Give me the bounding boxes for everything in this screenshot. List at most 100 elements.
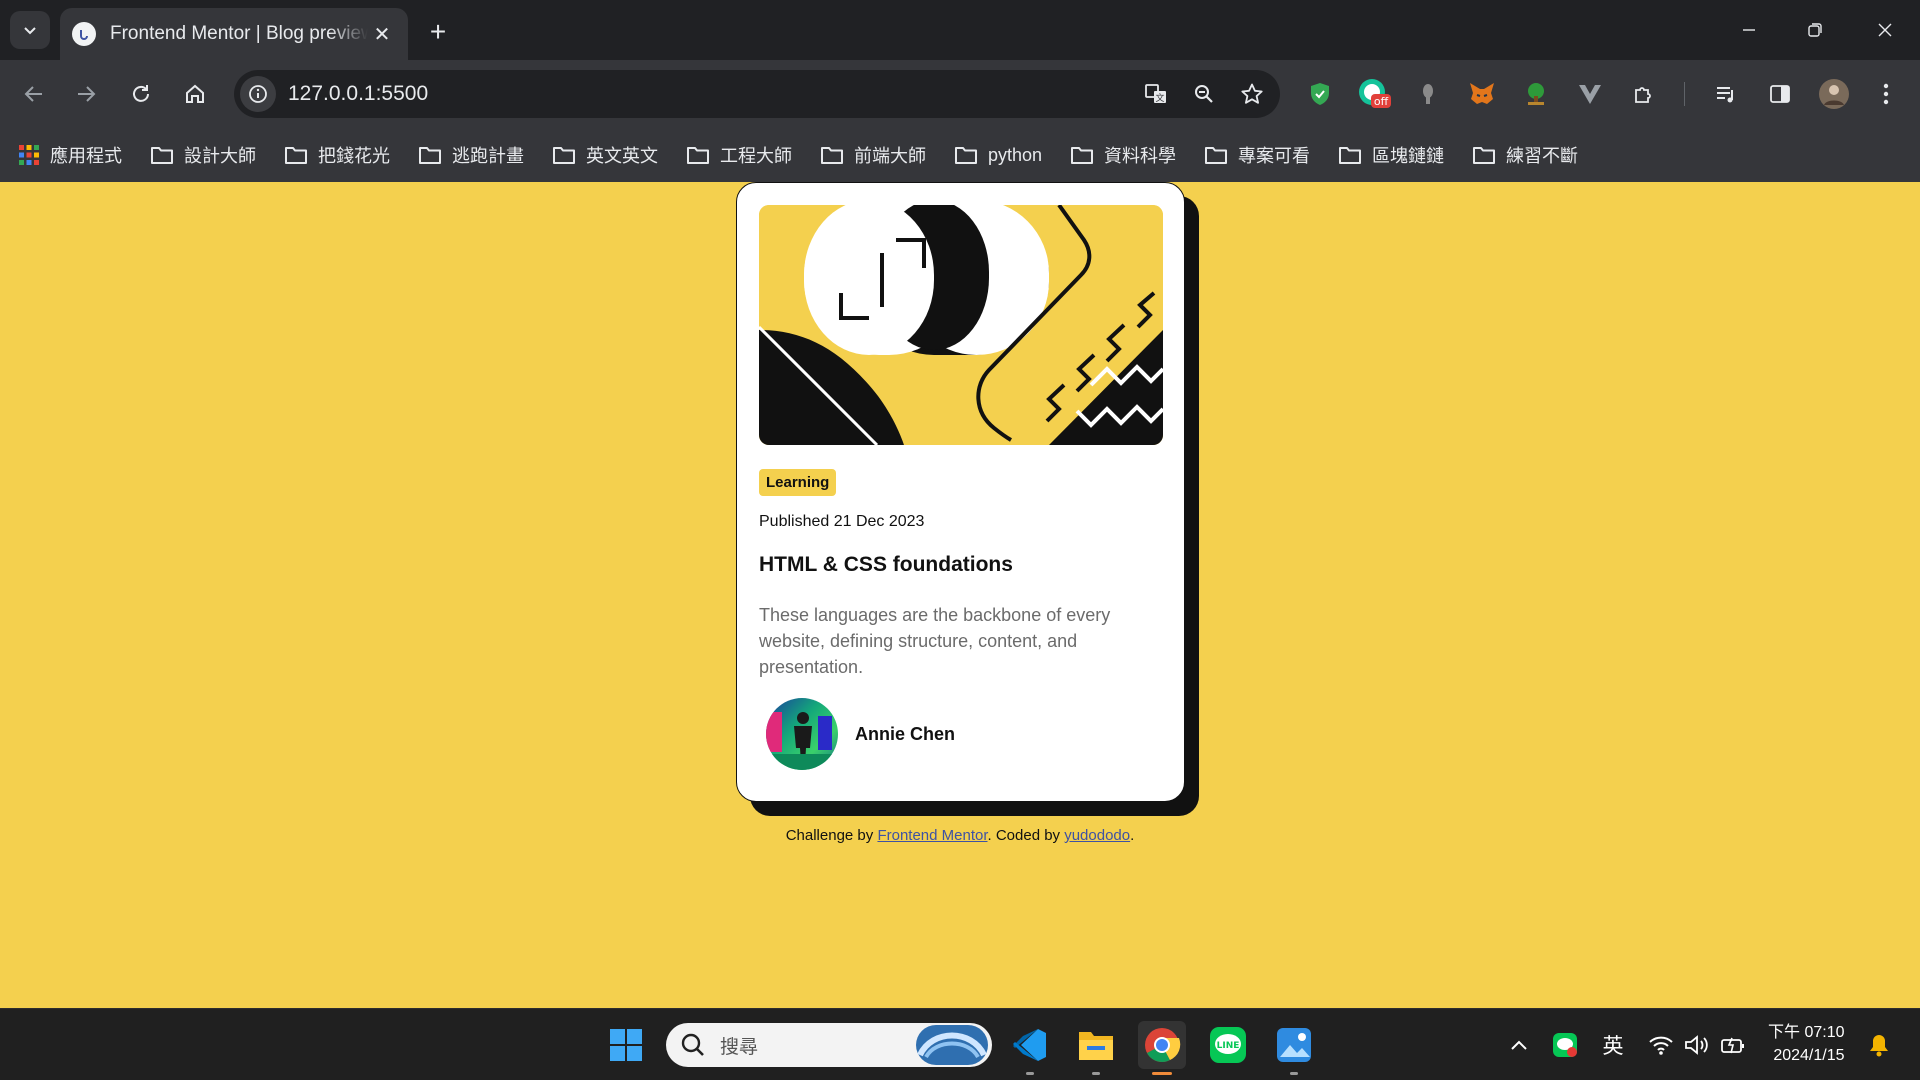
address-bar[interactable]: 127.0.0.1:5500 文 (234, 70, 1280, 118)
attribution-suffix: . (1130, 827, 1135, 844)
published-date: Published 21 Dec 2023 (759, 513, 925, 530)
category-tag: Learning (759, 469, 837, 496)
line-app-icon[interactable]: LINE (1204, 1021, 1252, 1069)
bookmark-label: 區塊鏈鏈 (1372, 146, 1445, 166)
bookmark-folder[interactable]: 專案可看 (1204, 142, 1310, 168)
frontend-mentor-link[interactable]: Frontend Mentor (877, 827, 987, 844)
profile-avatar-icon[interactable] (1814, 74, 1854, 114)
frontend-mentor-favicon-icon (72, 22, 96, 46)
url-text[interactable]: 127.0.0.1:5500 (288, 82, 1136, 106)
adblock-shield-icon[interactable] (1300, 74, 1340, 114)
vscode-icon[interactable] (1006, 1021, 1054, 1075)
taskbar-search-box[interactable]: 搜尋 (666, 1023, 992, 1067)
running-indicator (1290, 1072, 1298, 1075)
folder-icon (686, 145, 710, 165)
side-panel-icon[interactable] (1760, 74, 1800, 114)
clock-time: 下午 07:10 (1768, 1024, 1845, 1041)
chrome-menu-icon[interactable] (1866, 74, 1906, 114)
line-tray-icon[interactable] (1550, 1027, 1580, 1063)
folder-icon (1338, 145, 1362, 165)
author-avatar (766, 698, 838, 770)
bookmark-folder[interactable]: 工程大師 (686, 142, 792, 168)
bookmark-folder[interactable]: 英文英文 (552, 142, 658, 168)
folder-icon (150, 145, 174, 165)
close-window-button[interactable] (1860, 10, 1910, 50)
bookmark-label: 逃跑計畫 (452, 146, 524, 166)
bookmark-label: 設計大師 (184, 146, 256, 166)
tab-search-chevron-icon[interactable] (10, 11, 50, 49)
notification-bell-icon[interactable] (1864, 1027, 1894, 1063)
photos-app-icon[interactable] (1270, 1021, 1318, 1075)
bookmark-label: 資料科學 (1104, 146, 1177, 166)
bookmark-folder[interactable]: 把錢花光 (284, 142, 390, 168)
show-hidden-icons-chevron-icon[interactable] (1504, 1027, 1534, 1063)
bookmark-folder[interactable]: 設計大師 (150, 142, 256, 168)
bookmark-folder[interactable]: python (954, 145, 1042, 166)
chrome-taskbar-icon[interactable] (1138, 1021, 1186, 1075)
folder-icon (284, 145, 308, 165)
wifi-icon[interactable] (1646, 1027, 1676, 1063)
tree-extension-icon[interactable] (1516, 74, 1556, 114)
extensions-puzzle-icon[interactable] (1624, 74, 1664, 114)
bookmark-label: python (988, 144, 1043, 165)
site-info-icon[interactable] (240, 76, 276, 112)
metamask-fox-icon[interactable] (1462, 74, 1502, 114)
bookmark-star-icon[interactable] (1232, 74, 1272, 114)
new-tab-button[interactable]: + (420, 14, 456, 50)
input-method-indicator[interactable]: 英 (1596, 1027, 1630, 1063)
forward-arrow-icon[interactable] (66, 74, 106, 114)
home-icon[interactable] (175, 74, 215, 114)
vue-devtools-icon[interactable] (1570, 74, 1610, 114)
bookmark-folder[interactable]: 前端大師 (820, 142, 926, 168)
card-description: These languages are the backbone of ever… (759, 605, 1111, 677)
grammarly-icon[interactable]: off (1354, 74, 1394, 114)
extension-off-badge: off (1374, 95, 1389, 108)
media-queue-icon[interactable] (1706, 74, 1746, 114)
active-tab[interactable]: Frontend Mentor | Blog preview card ✕ (60, 8, 408, 60)
toolbar-divider (1684, 82, 1685, 106)
zoom-icon[interactable] (1184, 74, 1224, 114)
running-indicator (1092, 1072, 1100, 1075)
blog-illustration (759, 205, 1163, 445)
folder-icon (1204, 145, 1228, 165)
attribution-prefix: Challenge by (785, 827, 878, 844)
system-clock[interactable]: 下午 07:10 2024/1/15 (1768, 1021, 1845, 1067)
bookmark-folder[interactable]: 區塊鏈鏈 (1338, 142, 1444, 168)
folder-icon (418, 145, 442, 165)
svg-text:文: 文 (1155, 92, 1164, 104)
clock-date: 2024/1/15 (1773, 1047, 1845, 1064)
battery-icon[interactable] (1718, 1027, 1748, 1063)
bookmark-label: 把錢花光 (318, 146, 390, 166)
minimize-button[interactable] (1724, 10, 1774, 50)
restore-button[interactable] (1790, 10, 1840, 50)
bookmark-folder[interactable]: 逃跑計畫 (418, 142, 524, 168)
bookmark-folder[interactable]: 練習不斷 (1472, 142, 1578, 168)
translate-icon[interactable]: 文 (1136, 74, 1176, 114)
folder-icon (1070, 145, 1094, 165)
author-profile-link[interactable]: yudododo (1064, 827, 1130, 844)
bookmark-apps[interactable]: 應用程式 (18, 142, 122, 168)
running-indicator (1026, 1072, 1034, 1075)
bookmark-label: 前端大師 (854, 146, 926, 166)
folder-icon (552, 145, 576, 165)
tab-title: Frontend Mentor | Blog preview card (110, 23, 368, 44)
browser-toolbar: 127.0.0.1:5500 文 off (0, 60, 1920, 128)
bookmarks-bar: 應用程式 設計大師 把錢花光 逃跑計畫 英文英文 工程大師 前端大師 pytho… (0, 128, 1920, 182)
tab-close-icon[interactable]: ✕ (368, 20, 396, 48)
bookmark-folder[interactable]: 資料科學 (1070, 142, 1176, 168)
volume-icon[interactable] (1682, 1027, 1712, 1063)
apps-grid-icon (18, 144, 40, 166)
bookmark-label: 應用程式 (50, 146, 122, 166)
folder-icon (1472, 145, 1496, 165)
pin-extension-icon[interactable] (1408, 74, 1448, 114)
card-title[interactable]: HTML & CSS foundations (759, 553, 1162, 577)
windows-start-icon[interactable] (602, 1021, 650, 1069)
attribution: Challenge by Frontend Mentor. Coded by y… (0, 827, 1920, 844)
author: Annie Chen (759, 698, 1162, 770)
back-arrow-icon[interactable] (14, 74, 54, 114)
reload-icon[interactable] (121, 74, 161, 114)
search-highlight-image (916, 1025, 988, 1065)
file-explorer-icon[interactable] (1072, 1021, 1120, 1075)
search-placeholder: 搜尋 (720, 1036, 759, 1058)
tab-strip: Frontend Mentor | Blog preview card ✕ + (0, 0, 1920, 60)
